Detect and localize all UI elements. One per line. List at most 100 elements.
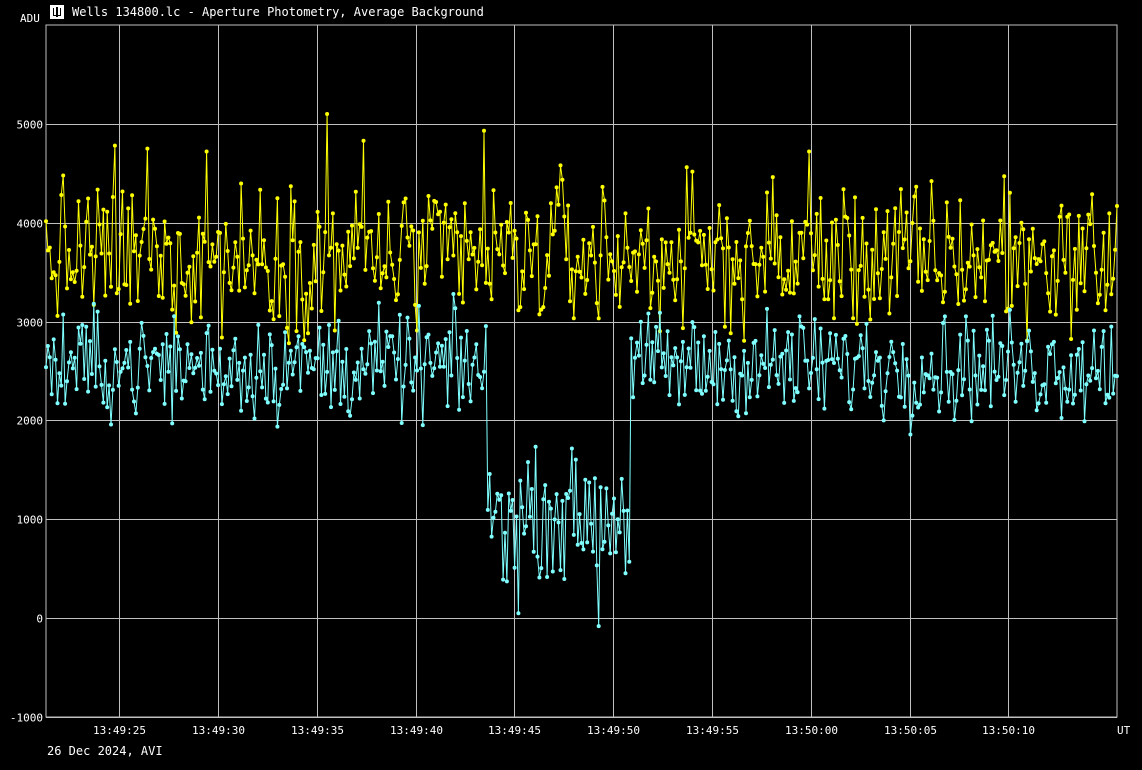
data-point bbox=[208, 389, 213, 394]
data-point bbox=[527, 248, 532, 253]
data-point bbox=[1082, 419, 1087, 424]
data-point bbox=[132, 249, 136, 254]
data-point bbox=[191, 371, 196, 376]
data-point bbox=[1004, 378, 1009, 382]
data-point bbox=[455, 230, 460, 235]
data-point bbox=[181, 282, 186, 287]
data-point bbox=[768, 256, 773, 261]
data-point bbox=[482, 369, 486, 374]
data-point bbox=[323, 391, 328, 396]
data-point bbox=[766, 385, 771, 390]
data-point bbox=[392, 277, 397, 281]
data-point bbox=[453, 211, 458, 216]
data-point bbox=[294, 329, 299, 334]
light-curve-chart: -1000 0 1000 2000 3000 4000 5000 13:49:25 13:49:… bbox=[10, 12, 1131, 737]
data-point bbox=[378, 369, 383, 374]
data-point bbox=[405, 315, 410, 320]
data-point bbox=[941, 300, 945, 305]
data-point bbox=[1109, 292, 1114, 297]
data-point bbox=[809, 371, 813, 375]
data-point bbox=[426, 332, 431, 337]
data-point bbox=[981, 364, 986, 369]
data-point bbox=[931, 387, 936, 392]
data-point bbox=[1053, 381, 1058, 386]
data-point bbox=[617, 304, 622, 309]
data-point bbox=[663, 374, 668, 378]
data-point bbox=[533, 242, 538, 247]
data-point bbox=[694, 388, 699, 393]
data-point bbox=[791, 398, 796, 403]
data-point bbox=[740, 297, 745, 302]
data-point bbox=[541, 497, 546, 502]
data-point bbox=[189, 352, 194, 357]
y-tick-label: 3000 bbox=[17, 317, 44, 330]
data-point bbox=[812, 253, 817, 258]
data-point bbox=[168, 344, 173, 349]
data-point bbox=[394, 298, 398, 303]
data-point bbox=[346, 409, 351, 414]
data-point bbox=[700, 263, 704, 268]
data-point bbox=[789, 332, 794, 337]
data-point bbox=[311, 242, 316, 247]
data-point bbox=[854, 321, 859, 326]
data-point bbox=[265, 400, 270, 405]
y-tick-label: 0 bbox=[36, 613, 43, 626]
data-point bbox=[627, 559, 632, 564]
data-point bbox=[233, 240, 238, 245]
data-point bbox=[462, 201, 467, 206]
data-point bbox=[902, 237, 907, 242]
data-point bbox=[975, 247, 980, 252]
data-point bbox=[613, 292, 618, 297]
data-point bbox=[795, 281, 800, 286]
data-point bbox=[921, 390, 926, 395]
data-point bbox=[558, 163, 563, 168]
data-point bbox=[954, 272, 959, 277]
data-point bbox=[256, 262, 261, 267]
data-point bbox=[120, 366, 125, 371]
data-point bbox=[941, 321, 945, 325]
data-point bbox=[1076, 347, 1081, 351]
data-point bbox=[701, 334, 706, 339]
data-point bbox=[698, 228, 703, 233]
data-point bbox=[179, 396, 184, 401]
data-point bbox=[204, 149, 209, 154]
data-point bbox=[334, 242, 339, 247]
data-point bbox=[944, 369, 949, 374]
data-point bbox=[933, 268, 938, 273]
data-point bbox=[216, 383, 221, 388]
data-point bbox=[491, 515, 496, 520]
data-point bbox=[237, 288, 242, 293]
data-point bbox=[369, 341, 374, 346]
data-point bbox=[470, 362, 475, 367]
data-point bbox=[460, 395, 465, 400]
data-point bbox=[307, 281, 312, 285]
data-point bbox=[350, 223, 354, 228]
data-point bbox=[367, 329, 372, 334]
data-point bbox=[960, 393, 965, 398]
data-point bbox=[210, 347, 215, 352]
data-point bbox=[399, 223, 404, 228]
data-point bbox=[290, 238, 295, 243]
data-point bbox=[65, 286, 69, 291]
data-point bbox=[489, 534, 494, 539]
data-point bbox=[84, 324, 89, 329]
x-tick-label: 13:49:40 bbox=[390, 724, 443, 737]
data-point bbox=[952, 417, 957, 422]
data-point bbox=[449, 373, 454, 378]
data-point bbox=[503, 530, 507, 535]
data-point bbox=[432, 366, 437, 371]
data-point bbox=[47, 355, 52, 360]
data-point bbox=[914, 184, 919, 189]
data-point bbox=[1095, 301, 1100, 306]
data-point bbox=[526, 217, 530, 222]
data-point bbox=[273, 256, 278, 261]
data-point bbox=[1086, 212, 1091, 217]
data-point bbox=[715, 402, 720, 407]
data-point bbox=[197, 215, 201, 220]
data-point bbox=[214, 371, 219, 376]
data-point bbox=[1088, 378, 1093, 383]
data-point bbox=[615, 517, 620, 522]
data-point bbox=[1059, 416, 1064, 420]
data-point bbox=[765, 190, 769, 195]
data-point bbox=[401, 200, 406, 205]
